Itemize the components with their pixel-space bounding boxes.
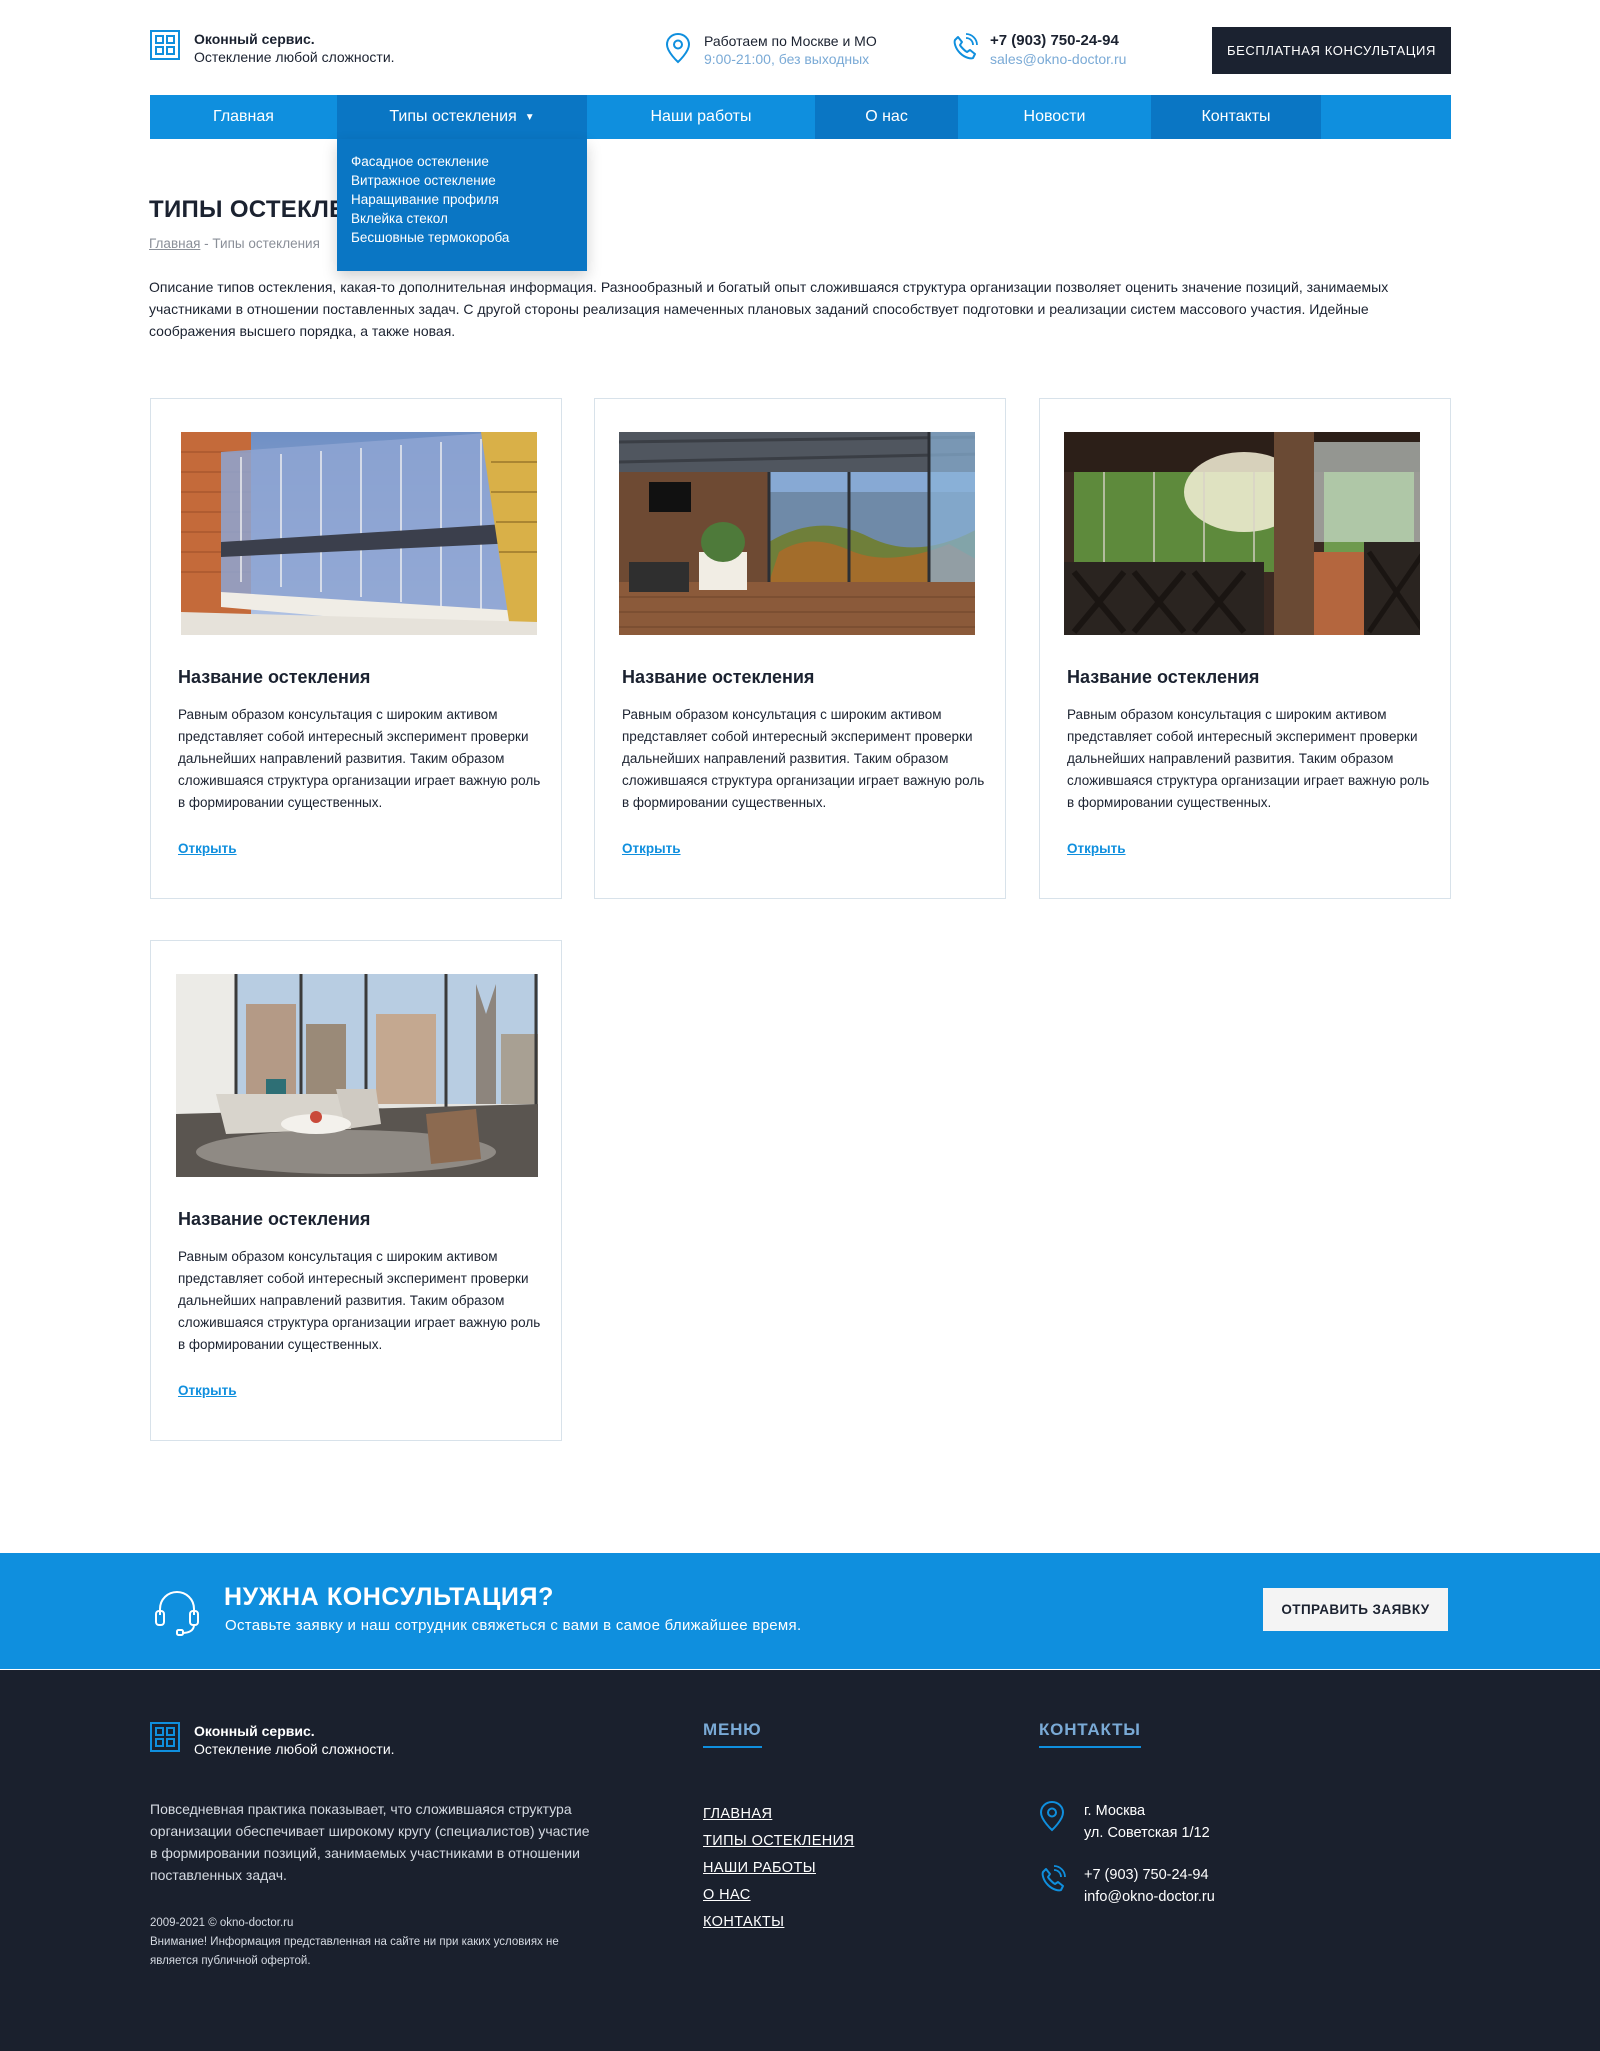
- footer-legal: 2009-2021 © okno-doctor.ru Внимание! Инф…: [150, 1914, 570, 1971]
- card-image-terrace[interactable]: [619, 432, 975, 635]
- window-logo-icon: [150, 30, 180, 60]
- dropdown-item-seamless-boxes[interactable]: Бесшовные термокороба: [351, 228, 573, 247]
- dropdown-item-facade[interactable]: Фасадное остекление: [351, 152, 573, 171]
- footer-menu: Главная Типы остекления Наши работы О на…: [703, 1801, 854, 1936]
- map-pin-icon: [665, 32, 691, 64]
- card-image-veranda[interactable]: [1064, 432, 1420, 635]
- glazing-types-dropdown: Фасадное остекление Витражное остекление…: [337, 139, 587, 271]
- card-text: Равным образом консультация с широким ак…: [1067, 707, 1430, 810]
- consultation-banner: НУЖНА КОНСУЛЬТАЦИЯ? Оставьте заявку и на…: [0, 1553, 1600, 1669]
- main-nav: Главная Типы остекления ▼ Наши работы О н…: [150, 95, 1451, 139]
- intro-text: Описание типов остекления, какая-то допо…: [149, 279, 1389, 339]
- card-open-link[interactable]: Открыть: [622, 841, 681, 856]
- card-title: Название остекления: [178, 667, 371, 687]
- breadcrumb-home-link[interactable]: Главная: [149, 236, 200, 251]
- footer-link-contacts[interactable]: Контакты: [703, 1909, 854, 1936]
- dropdown-item-glass-gluing[interactable]: Вклейка стекол: [351, 209, 573, 228]
- footer-contacts-heading: Контакты: [1039, 1720, 1141, 1748]
- cta-title: НУЖНА КОНСУЛЬТАЦИЯ?: [224, 1583, 554, 1611]
- footer-about: Повседневная практика показывает, что сл…: [150, 1801, 590, 1883]
- copyright: 2009-2021 © okno-doctor.ru: [150, 1917, 294, 1929]
- card-image-balcony[interactable]: [181, 432, 537, 635]
- breadcrumb-current: - Типы остекления: [204, 236, 320, 251]
- glazing-card: Название остекления Равным образом консу…: [150, 398, 562, 899]
- hours-line: 9:00-21:00, без выходных: [704, 51, 870, 67]
- disclaimer: Внимание! Информация представленная на с…: [150, 1936, 559, 1967]
- phone-number[interactable]: +7 (903) 750-24-94: [990, 32, 1126, 50]
- card-title: Название остекления: [1067, 667, 1260, 687]
- card-text: Равным образом консультация с широким ак…: [178, 707, 541, 810]
- card-open-link[interactable]: Открыть: [178, 1383, 237, 1398]
- footer-street: ул. Советская 1/12: [1084, 1825, 1210, 1841]
- chevron-down-icon: ▼: [524, 111, 535, 123]
- card-title: Название остекления: [622, 667, 815, 687]
- header-address: Работаем по Москве и МО 9:00-21:00, без …: [664, 32, 877, 68]
- site-footer: Оконный сервис. Остекление любой сложнос…: [0, 1670, 1600, 2051]
- footer-menu-heading: Меню: [703, 1720, 762, 1748]
- phone-icon: [953, 33, 978, 60]
- card-title: Название остекления: [178, 1209, 371, 1229]
- card-open-link[interactable]: Открыть: [1067, 841, 1126, 856]
- card-image-living-room[interactable]: [176, 974, 538, 1177]
- phone-icon: [1041, 1865, 1066, 1892]
- window-logo-icon: [150, 1722, 180, 1752]
- footer-link-our-works[interactable]: Наши работы: [703, 1855, 854, 1882]
- send-request-button[interactable]: Отправить заявку: [1263, 1588, 1448, 1631]
- cta-subtitle: Оставьте заявку и наш сотрудник свяжетьс…: [225, 1617, 802, 1634]
- logo-tagline: Остекление любой сложности.: [194, 49, 395, 65]
- footer-phone: +7 (903) 750-24-94 info@okno-doctor.ru: [1038, 1864, 1215, 1908]
- map-pin-icon: [1039, 1800, 1065, 1832]
- nav-item-news[interactable]: Новости: [958, 95, 1151, 139]
- nav-item-contacts[interactable]: Контакты: [1151, 95, 1321, 139]
- footer-link-home[interactable]: Главная: [703, 1801, 854, 1828]
- headset-icon: [155, 1590, 199, 1636]
- footer-city: г. Москва: [1084, 1803, 1146, 1819]
- logo-name: Оконный сервис.: [194, 31, 315, 47]
- footer-logo[interactable]: Оконный сервис. Остекление любой сложнос…: [150, 1722, 395, 1758]
- glazing-card: Название остекления Равным образом консу…: [150, 940, 562, 1441]
- footer-logo-name: Оконный сервис.: [194, 1723, 315, 1739]
- nav-item-glazing-types[interactable]: Типы остекления ▼: [337, 95, 587, 139]
- free-consultation-button[interactable]: Бесплатная консультация: [1212, 27, 1451, 74]
- footer-address: г. Москва ул. Советская 1/12: [1038, 1800, 1210, 1844]
- dropdown-item-profile-extension[interactable]: Наращивание профиля: [351, 190, 573, 209]
- card-open-link[interactable]: Открыть: [178, 841, 237, 856]
- footer-phone-number[interactable]: +7 (903) 750-24-94: [1084, 1864, 1215, 1886]
- glazing-card: Название остекления Равным образом консу…: [594, 398, 1006, 899]
- address-line: Работаем по Москве и МО: [704, 33, 877, 49]
- breadcrumb: Главная - Типы остекления: [149, 236, 320, 251]
- dropdown-item-stained-glass[interactable]: Витражное остекление: [351, 171, 573, 190]
- card-text: Равным образом консультация с широким ак…: [622, 707, 985, 810]
- nav-item-our-works[interactable]: Наши работы: [587, 95, 815, 139]
- site-logo[interactable]: Оконный сервис. Остекление любой сложнос…: [150, 30, 395, 66]
- glazing-card: Название остекления Равным образом консу…: [1039, 398, 1451, 899]
- nav-item-about[interactable]: О нас: [815, 95, 958, 139]
- site-header: Оконный сервис. Остекление любой сложнос…: [0, 0, 1600, 95]
- nav-item-home[interactable]: Главная: [150, 95, 337, 139]
- footer-link-about[interactable]: О нас: [703, 1882, 854, 1909]
- footer-logo-tagline: Остекление любой сложности.: [194, 1741, 395, 1757]
- header-phone: +7 (903) 750-24-94 sales@okno-doctor.ru: [950, 32, 1126, 68]
- email-link[interactable]: sales@okno-doctor.ru: [990, 50, 1126, 68]
- footer-email[interactable]: info@okno-doctor.ru: [1084, 1886, 1215, 1908]
- footer-link-glazing-types[interactable]: Типы остекления: [703, 1828, 854, 1855]
- card-text: Равным образом консультация с широким ак…: [178, 1249, 541, 1352]
